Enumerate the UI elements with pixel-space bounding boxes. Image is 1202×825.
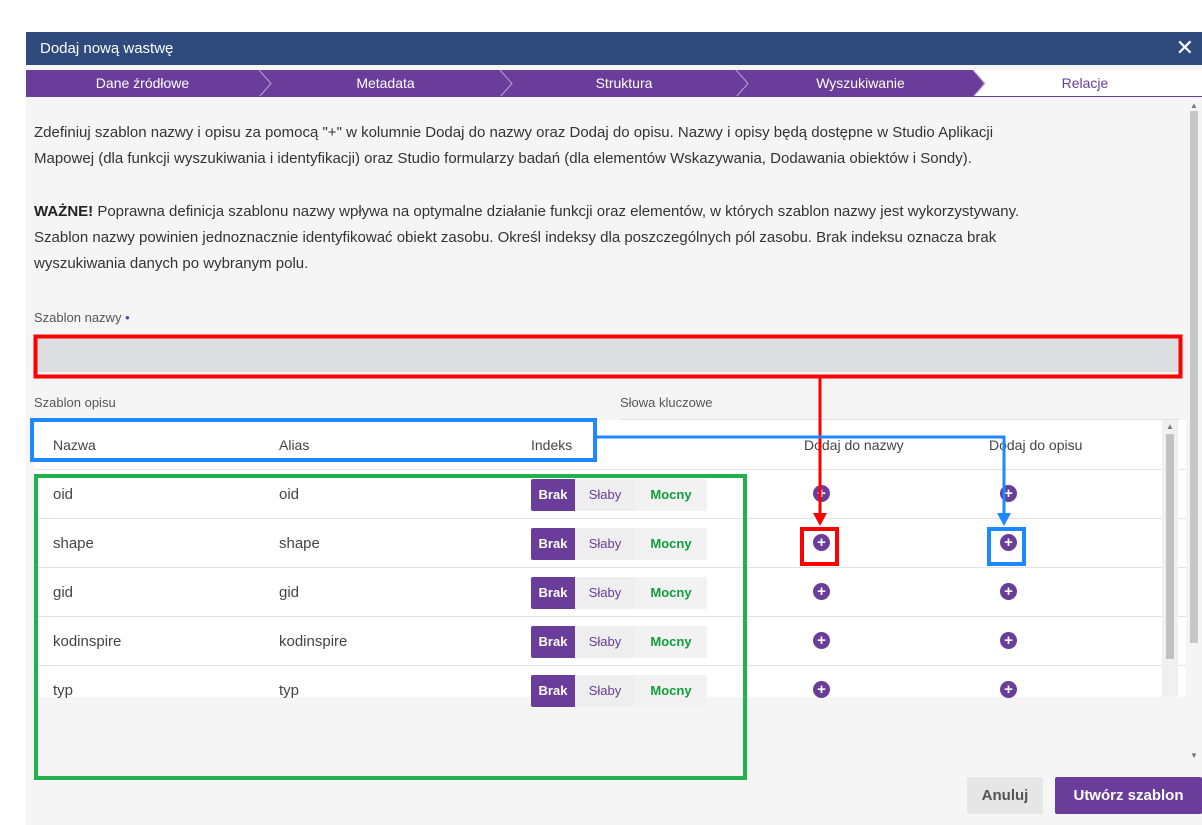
index-selector: Brak Słaby Mocny	[531, 675, 707, 707]
required-mark: •	[125, 310, 130, 325]
wizard-steps: Dane źródłowe Metadata Struktura Wyszuki…	[26, 70, 1202, 97]
name-template-label-text: Szablon nazwy	[34, 310, 122, 325]
index-strong-button[interactable]: Mocny	[635, 479, 707, 511]
step-structure[interactable]: Struktura	[512, 70, 736, 97]
name-template-input[interactable]	[34, 336, 1180, 372]
row-name: shape	[53, 535, 94, 552]
important-label: WAŻNE!	[34, 203, 94, 220]
table-scrollbar-thumb[interactable]	[1166, 434, 1174, 659]
step-relations[interactable]: Relacje	[985, 70, 1185, 97]
index-selector: Brak Słaby Mocny	[531, 479, 707, 511]
scroll-up-arrow-icon[interactable]: ▲	[1166, 422, 1174, 431]
step-metadata[interactable]: Metadata	[271, 70, 500, 97]
important-text: WAŻNE! Poprawna definicja szablonu nazwy…	[34, 199, 1164, 277]
important-line-3: wyszukiwania danych po wybranym polu.	[34, 255, 309, 272]
dialog-titlebar: Dodaj nową wastwę ✕	[26, 32, 1202, 65]
name-template-label: Szablon nazwy •	[34, 310, 130, 325]
content-scroll-up-arrow-icon[interactable]: ▲	[1190, 101, 1198, 110]
add-to-description-plus-icon[interactable]: +	[1000, 534, 1017, 551]
row-name: typ	[53, 682, 74, 699]
step-source-data[interactable]: Dane źródłowe	[26, 70, 259, 97]
header-add-to-name: Dodaj do nazwy	[804, 437, 904, 453]
fields-table: Nazwa Alias Indeks Dodaj do nazwy Dodaj …	[34, 420, 1186, 707]
index-strong-button[interactable]: Mocny	[635, 675, 707, 707]
add-to-name-plus-icon[interactable]: +	[813, 632, 830, 649]
create-template-button[interactable]: Utwórz szablon	[1055, 777, 1202, 814]
table-row: oid oid Brak Słaby Mocny + +	[34, 469, 1186, 518]
add-to-name-plus-icon[interactable]: +	[813, 534, 830, 551]
table-row: kodinspire kodinspire Brak Słaby Mocny +…	[34, 616, 1186, 665]
index-none-button[interactable]: Brak	[531, 675, 575, 707]
index-weak-button[interactable]: Słaby	[575, 675, 635, 707]
row-name: oid	[53, 486, 74, 503]
index-none-button[interactable]: Brak	[531, 479, 575, 511]
row-alias: typ	[279, 682, 300, 699]
dialog-title: Dodaj nową wastwę	[40, 40, 174, 57]
row-name: kodinspire	[53, 633, 122, 650]
keywords-label: Słowa kluczowe	[620, 395, 713, 410]
index-selector: Brak Słaby Mocny	[531, 626, 707, 658]
cancel-button[interactable]: Anuluj	[967, 777, 1043, 814]
content-scrollbar-thumb[interactable]	[1190, 111, 1198, 643]
intro-line-1: Zdefiniuj szablon nazwy i opisu za pomoc…	[34, 124, 994, 141]
add-layer-dialog: Dodaj nową wastwę ✕ Dane źródłowe Metada…	[26, 32, 1202, 825]
important-line-2: Szablon nazwy powinien jednoznacznie ide…	[34, 229, 997, 246]
index-none-button[interactable]: Brak	[531, 577, 575, 609]
index-weak-button[interactable]: Słaby	[575, 479, 635, 511]
index-strong-button[interactable]: Mocny	[635, 577, 707, 609]
index-strong-button[interactable]: Mocny	[635, 528, 707, 560]
row-alias: kodinspire	[279, 633, 348, 650]
intro-text: Zdefiniuj szablon nazwy i opisu za pomoc…	[34, 120, 1164, 172]
add-to-description-plus-icon[interactable]: +	[1000, 632, 1017, 649]
step-search[interactable]: Wyszukiwanie	[748, 70, 973, 97]
header-add-to-description: Dodaj do opisu	[989, 437, 1083, 453]
table-row: typ typ Brak Słaby Mocny + +	[34, 665, 1186, 707]
content-scroll-down-arrow-icon[interactable]: ▼	[1190, 751, 1198, 760]
index-selector: Brak Słaby Mocny	[531, 528, 707, 560]
table-row: gid gid Brak Słaby Mocny + +	[34, 567, 1186, 616]
index-weak-button[interactable]: Słaby	[575, 528, 635, 560]
add-to-description-plus-icon[interactable]: +	[1000, 485, 1017, 502]
add-to-description-plus-icon[interactable]: +	[1000, 681, 1017, 698]
add-to-description-plus-icon[interactable]: +	[1000, 583, 1017, 600]
description-template-label: Szablon opisu	[34, 395, 116, 410]
row-alias: oid	[279, 486, 300, 503]
index-none-button[interactable]: Brak	[531, 528, 575, 560]
row-alias: shape	[279, 535, 320, 552]
row-name: gid	[53, 584, 74, 601]
index-weak-button[interactable]: Słaby	[575, 626, 635, 658]
intro-line-2: Mapowej (dla funkcji wyszukiwania i iden…	[34, 150, 972, 167]
close-icon[interactable]: ✕	[1176, 35, 1194, 61]
header-name: Nazwa	[53, 437, 96, 453]
header-index: Indeks	[531, 437, 573, 453]
table-scrollbar[interactable]: ▲	[1162, 420, 1178, 697]
table-row: shape shape Brak Słaby Mocny + +	[34, 518, 1186, 567]
content-scrollbar[interactable]: ▲ ▼	[1186, 99, 1202, 762]
important-line-1-text: Poprawna definicja szablonu nazwy wpływa…	[93, 203, 1020, 220]
index-weak-button[interactable]: Słaby	[575, 577, 635, 609]
add-to-name-plus-icon[interactable]: +	[813, 681, 830, 698]
index-selector: Brak Słaby Mocny	[531, 577, 707, 609]
header-alias: Alias	[279, 437, 310, 453]
add-to-name-plus-icon[interactable]: +	[813, 583, 830, 600]
important-line-1: WAŻNE! Poprawna definicja szablonu nazwy…	[34, 199, 1164, 225]
index-none-button[interactable]: Brak	[531, 626, 575, 658]
index-strong-button[interactable]: Mocny	[635, 626, 707, 658]
row-alias: gid	[279, 584, 300, 601]
add-to-name-plus-icon[interactable]: +	[813, 485, 830, 502]
